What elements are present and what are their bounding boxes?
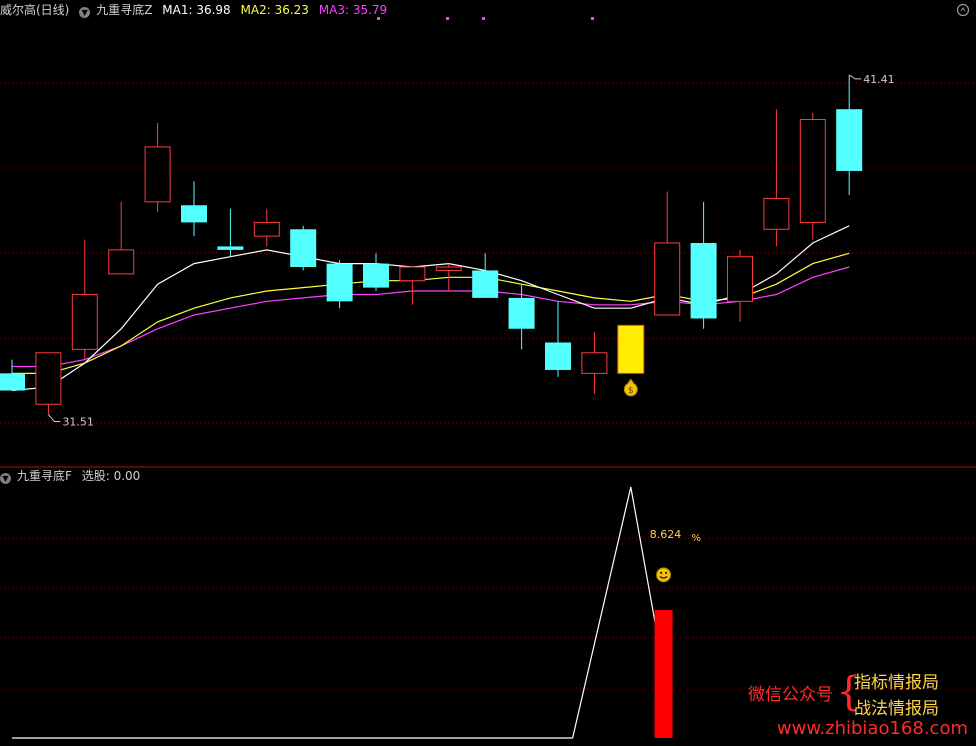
candle-body (435, 266, 462, 271)
money-bag-knot (627, 378, 635, 384)
candle (763, 109, 790, 247)
candle-body (326, 263, 353, 302)
candle (654, 191, 681, 316)
candle (727, 249, 753, 322)
candle (290, 225, 317, 271)
candle-body (836, 109, 863, 171)
smiley-eye (665, 571, 668, 574)
money-bag-icon: $ (623, 378, 638, 397)
candle-body (617, 324, 645, 374)
moving-average-lines (11, 225, 850, 392)
low-pointer (48, 414, 61, 423)
candle (108, 201, 135, 275)
smiley-face (656, 567, 672, 583)
candle-body (363, 263, 389, 288)
candle-body (290, 229, 317, 268)
candle-body (654, 242, 681, 316)
candle-body (181, 205, 207, 223)
candle (690, 201, 717, 329)
candle-body (727, 256, 753, 302)
stock-name: 威尔高(日线) (0, 3, 70, 17)
signal-bar (654, 609, 673, 738)
candle (581, 332, 608, 394)
smiley-icon (656, 567, 672, 583)
candle (71, 239, 98, 360)
top-panel-header: 威尔高(日线) ▼ 九重寻底Z MA1: 36.98 MA2: 36.23 MA3… (0, 0, 393, 20)
candle (217, 208, 244, 257)
candle-body (108, 249, 135, 275)
bottom-indicator: 8.624% (12, 486, 702, 739)
candle-body (472, 270, 499, 298)
indicator-menu-icon[interactable]: ▼ (79, 7, 91, 18)
money-bag-glyph: $ (628, 386, 634, 396)
pct-sign: % (692, 533, 702, 544)
indicator-name[interactable]: 九重寻底Z (96, 3, 152, 17)
candle (253, 208, 280, 247)
candle-body (35, 352, 62, 405)
candle-body (217, 246, 244, 250)
candle-body (799, 118, 826, 223)
candle-body (581, 352, 608, 374)
site-url[interactable]: www.zhibiao168.com (777, 718, 968, 739)
smiley-eye (660, 571, 663, 574)
wechat-account-1: 指标情报局 (854, 673, 939, 693)
ma3-value: MA3: 35.79 (318, 3, 388, 17)
candle-body (399, 266, 426, 282)
candlesticks[interactable] (0, 74, 863, 415)
candle-body (690, 243, 717, 319)
indicator-menu-icon[interactable]: ▼ (0, 473, 11, 484)
candle-body (508, 297, 535, 329)
candle (181, 181, 207, 237)
low-price-label: 31.51 (62, 416, 94, 429)
high-price-label: 41.41 (863, 73, 895, 86)
wechat-label: 微信公众号 (748, 685, 833, 705)
ma3-line (12, 266, 850, 368)
ma2-value: MA2: 36.23 (240, 3, 309, 17)
candle (836, 74, 863, 195)
candle (326, 260, 353, 309)
bottom-panel-header: ▼ 九重寻底F 选股: 0.00 (0, 466, 146, 486)
candle (799, 112, 826, 240)
ma2-line (12, 252, 850, 374)
candle-body (0, 373, 25, 391)
candle (545, 301, 571, 377)
header-dots (377, 17, 594, 20)
select-value: 选股: 0.00 (81, 469, 141, 483)
ma1-line (11, 225, 850, 392)
candle-body (763, 197, 790, 230)
candle (617, 324, 645, 374)
pct-label: 8.624 (650, 528, 682, 541)
candle (0, 359, 25, 391)
signal-line (12, 486, 665, 739)
candle-body (253, 221, 280, 237)
wechat-account-2: 战法情报局 (854, 699, 939, 719)
candle-body (144, 146, 171, 203)
candle-body (545, 342, 571, 370)
candle-body (71, 293, 98, 350)
candle (144, 122, 171, 213)
chart-stage[interactable]: $41.41 31.51 8.624% (0, 0, 976, 746)
ma1-value: MA1: 36.98 (162, 3, 231, 17)
candle (363, 253, 389, 292)
high-pointer (848, 74, 862, 80)
price-markers: $41.41 31.51 (48, 73, 895, 429)
candle (472, 253, 499, 298)
candle (35, 352, 62, 415)
candle (399, 266, 426, 305)
bottom-indicator-name[interactable]: 九重寻底F (17, 469, 72, 483)
settings-gear-icon[interactable] (956, 3, 970, 17)
